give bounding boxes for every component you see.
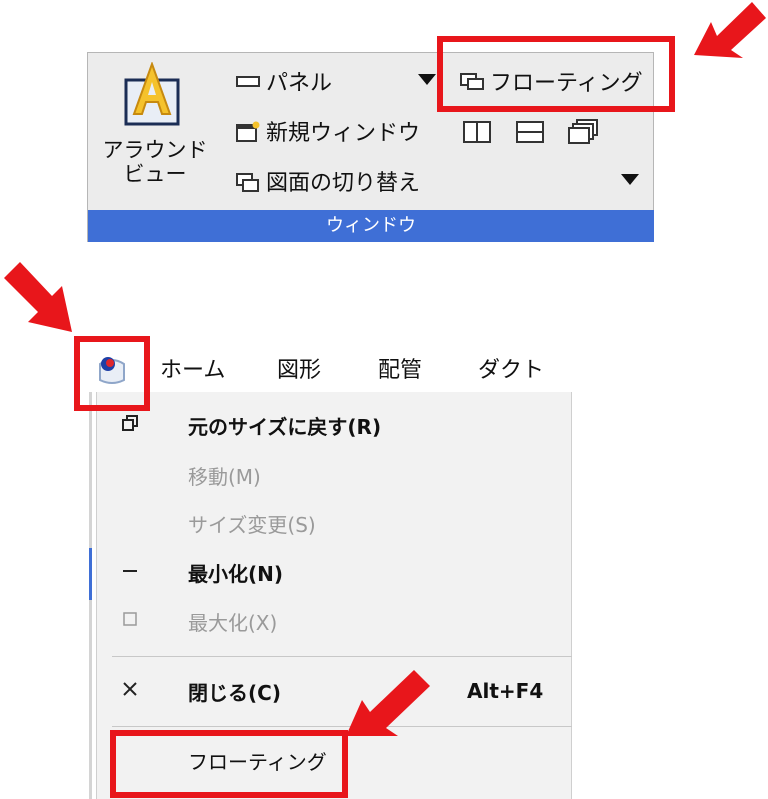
red-arrow-icon (694, 2, 766, 58)
ribbon-expand-arrow-icon[interactable] (621, 174, 639, 185)
red-arrow-icon (346, 670, 430, 736)
menu-home[interactable]: ホーム (160, 352, 225, 384)
size-label: サイズ変更(S) (188, 512, 316, 537)
panel-button[interactable]: パネル (236, 67, 333, 96)
panel-label: パネル (266, 71, 333, 96)
menu-item-move: 移動(M) (112, 458, 562, 492)
menu-item-restore[interactable]: 元のサイズに戻す(R) (112, 408, 562, 442)
menu-item-minimize[interactable]: 最小化(N) (112, 555, 562, 589)
restore-icon (112, 414, 164, 436)
menu-shape[interactable]: 図形 (277, 352, 321, 384)
switch-drawing-button[interactable]: 図面の切り替え (236, 167, 421, 196)
around-view-button-label[interactable]: アラウンド ビュー (100, 138, 210, 186)
panel-icon (236, 71, 260, 91)
around-view-label-line2: ビュー (123, 162, 187, 186)
menu-item-close[interactable]: 閉じる(C) Alt+F4 (112, 674, 562, 708)
new-window-label: 新規ウィンドウ (266, 121, 421, 146)
menu-item-size: サイズ変更(S) (112, 506, 562, 540)
highlight-system-icon (74, 336, 150, 411)
window-edge-accent (89, 548, 92, 600)
switch-drawing-label: 図面の切り替え (266, 171, 421, 196)
highlight-menu-floating (110, 730, 348, 798)
close-label: 閉じる(C) (188, 680, 281, 705)
cascade-icon[interactable] (568, 118, 600, 150)
maximize-icon (112, 611, 164, 632)
panel-dropdown-arrow-icon[interactable] (418, 74, 436, 85)
new-window-button[interactable]: 新規ウィンドウ (236, 117, 421, 146)
maximize-label: 最大化(X) (188, 610, 278, 635)
close-shortcut: Alt+F4 (467, 679, 544, 703)
highlight-ribbon-floating (437, 36, 675, 112)
switch-drawing-icon (236, 171, 260, 192)
tile-vertical-icon[interactable] (462, 120, 492, 148)
red-arrow-icon (4, 262, 72, 332)
minimize-label: 最小化(N) (188, 561, 284, 586)
menu-piping[interactable]: 配管 (378, 352, 422, 384)
restore-label: 元のサイズに戻す(R) (188, 414, 382, 439)
minimize-icon (112, 562, 164, 583)
close-icon (112, 681, 164, 702)
menu-separator (112, 656, 572, 657)
ribbon-group-label: ウィンドウ (326, 215, 416, 236)
move-label: 移動(M) (188, 464, 261, 489)
around-view-label-line1: アラウンド (102, 138, 208, 162)
tile-horizontal-icon[interactable] (515, 120, 545, 148)
new-window-icon (236, 121, 260, 142)
menu-item-maximize: 最大化(X) (112, 604, 562, 638)
around-view-icon[interactable] (122, 61, 182, 126)
menu-duct[interactable]: ダクト (478, 352, 544, 384)
ribbon-group-footer: ウィンドウ (88, 210, 654, 242)
